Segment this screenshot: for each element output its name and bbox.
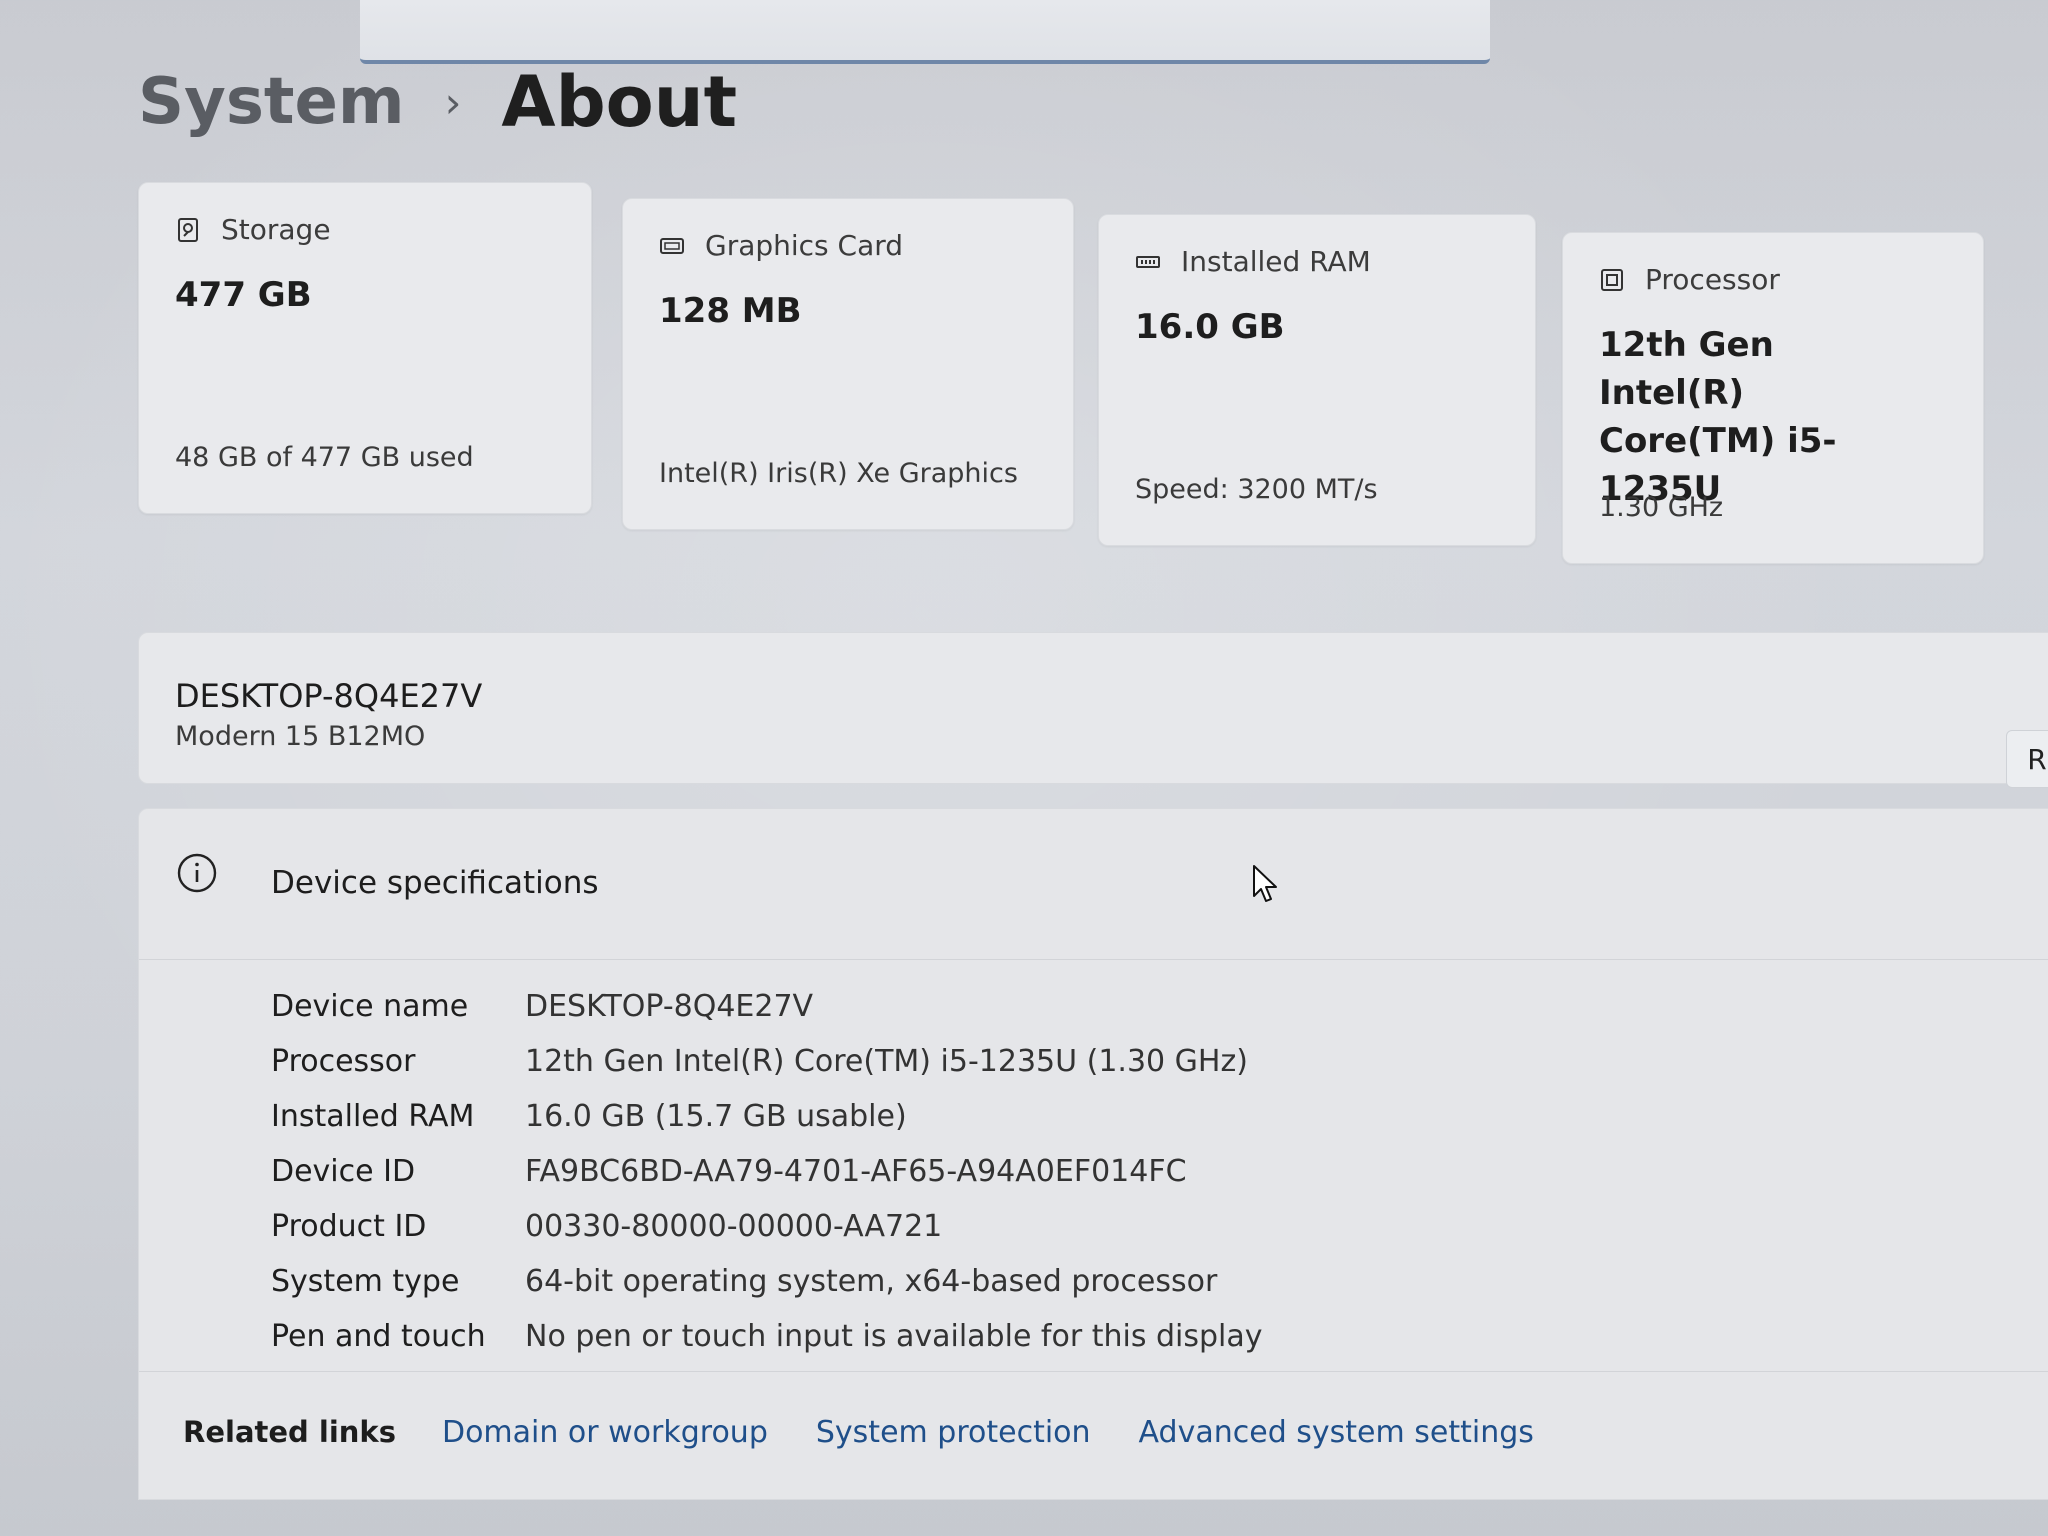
storage-icon xyxy=(178,217,198,242)
rename-pc-button[interactable]: R xyxy=(2006,730,2048,788)
info-icon xyxy=(177,853,217,893)
device-specifications-title: Device specifications xyxy=(271,865,599,901)
spec-label: System type xyxy=(271,1264,460,1299)
processor-card-title: Processor xyxy=(1645,263,1780,296)
processor-card-subtitle: 1.30 GHz xyxy=(1599,492,1724,523)
rename-pc-button-label: R xyxy=(2027,742,2047,776)
breadcrumb: System › About xyxy=(138,52,737,152)
system-protection-link[interactable]: System protection xyxy=(816,1415,1091,1450)
device-name: DESKTOP-8Q4E27V xyxy=(175,677,483,715)
spec-label: Device name xyxy=(271,989,469,1024)
spec-value: 12th Gen Intel(R) Core(TM) i5-1235U (1.3… xyxy=(525,1044,1248,1079)
device-model: Modern 15 B12MO xyxy=(175,721,426,752)
spec-value: 00330-80000-00000-AA721 xyxy=(525,1209,943,1244)
spec-value: No pen or touch input is available for t… xyxy=(525,1319,1263,1354)
storage-card-value: 477 GB xyxy=(175,275,312,315)
spec-row-device-name: Device name DESKTOP-8Q4E27V xyxy=(271,979,1263,1034)
spec-row-pen-and-touch: Pen and touch No pen or touch input is a… xyxy=(271,1309,1263,1364)
graphics-card-value: 128 MB xyxy=(659,291,802,331)
spec-row-product-id: Product ID 00330-80000-00000-AA721 xyxy=(271,1199,1263,1254)
spec-row-installed-ram: Installed RAM 16.0 GB (15.7 GB usable) xyxy=(271,1089,1263,1144)
spec-label: Processor xyxy=(271,1044,416,1079)
spec-row-system-type: System type 64-bit operating system, x64… xyxy=(271,1254,1263,1309)
spec-value: FA9BC6BD-AA79-4701-AF65-A94A0EF014FC xyxy=(525,1154,1187,1189)
graphics-card-subtitle: Intel(R) Iris(R) Xe Graphics xyxy=(659,458,1018,489)
installed-ram-value: 16.0 GB xyxy=(1135,307,1285,347)
processor-card: Processor 12th Gen Intel(R) Core(TM) i5-… xyxy=(1562,232,1984,564)
device-specifications-panel: Device specifications Device name DESKTO… xyxy=(138,808,2048,1500)
ram-icon xyxy=(1136,255,1160,268)
processor-card-value: 12th Gen Intel(R) Core(TM) i5-1235U xyxy=(1599,325,1837,509)
spec-row-device-id: Device ID FA9BC6BD-AA79-4701-AF65-A94A0E… xyxy=(271,1144,1263,1199)
spec-label: Device ID xyxy=(271,1154,416,1189)
processor-icon xyxy=(1601,268,1623,291)
graphics-card-icon xyxy=(660,237,684,254)
installed-ram-card: Installed RAM 16.0 GB Speed: 3200 MT/s xyxy=(1098,214,1536,546)
spec-value: DESKTOP-8Q4E27V xyxy=(525,989,814,1024)
chevron-right-icon: › xyxy=(444,77,462,127)
domain-or-workgroup-link[interactable]: Domain or workgroup xyxy=(442,1415,768,1450)
storage-card-subtitle: 48 GB of 477 GB used xyxy=(175,442,474,473)
page-title: About xyxy=(501,61,738,143)
installed-ram-subtitle: Speed: 3200 MT/s xyxy=(1135,474,1378,505)
spec-value: 64-bit operating system, x64-based proce… xyxy=(525,1264,1218,1299)
graphics-card-title: Graphics Card xyxy=(705,229,904,262)
spec-value: 16.0 GB (15.7 GB usable) xyxy=(525,1099,907,1134)
installed-ram-title: Installed RAM xyxy=(1181,245,1371,278)
spec-label: Installed RAM xyxy=(271,1099,475,1134)
mouse-cursor-icon xyxy=(1253,865,1277,902)
breadcrumb-system-link[interactable]: System xyxy=(138,65,405,139)
storage-card-title: Storage xyxy=(221,213,331,246)
spec-label: Product ID xyxy=(271,1209,427,1244)
related-links-bar: Related links Domain or workgroup System… xyxy=(139,1371,2048,1492)
spec-row-processor: Processor 12th Gen Intel(R) Core(TM) i5-… xyxy=(271,1034,1263,1089)
storage-card: Storage 477 GB 48 GB of 477 GB used xyxy=(138,182,592,514)
related-links-label: Related links xyxy=(183,1415,396,1449)
device-name-panel: DESKTOP-8Q4E27V Modern 15 B12MO xyxy=(138,632,2048,784)
device-specifications-header[interactable]: Device specifications xyxy=(139,809,2048,960)
spec-label: Pen and touch xyxy=(271,1319,486,1354)
advanced-system-settings-link[interactable]: Advanced system settings xyxy=(1139,1415,1534,1450)
spec-rows: Device name DESKTOP-8Q4E27V Processor 12… xyxy=(271,979,1263,1364)
graphics-card-card: Graphics Card 128 MB Intel(R) Iris(R) Xe… xyxy=(622,198,1074,530)
